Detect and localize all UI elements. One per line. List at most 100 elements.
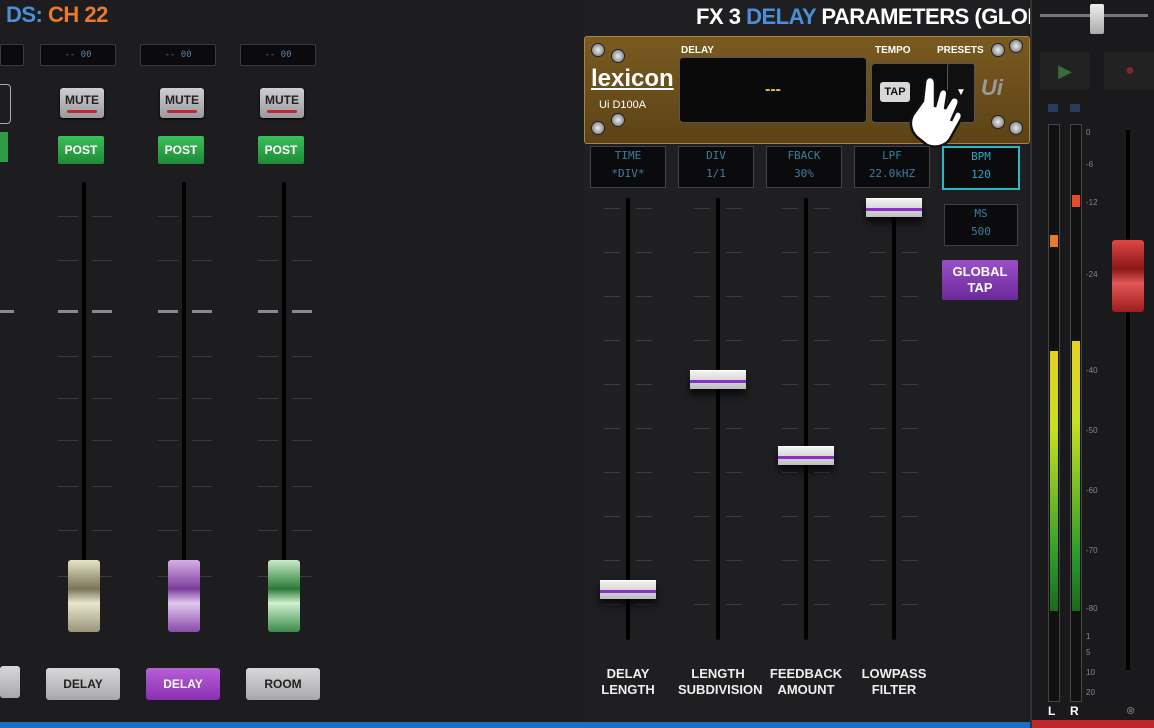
fader-tick (158, 440, 178, 441)
fx-fader-knob[interactable] (600, 580, 656, 599)
fx-fader-tick (814, 516, 830, 517)
fx-fader-label-line2: LENGTH (601, 682, 655, 697)
fx-fader-tick (902, 384, 918, 385)
fx-fader-tick (902, 340, 918, 341)
param-display-lpf[interactable]: LPF 22.0kHZ (854, 146, 930, 188)
param-name: TIME (614, 149, 642, 162)
fx-fader-tick (726, 472, 742, 473)
param-display-fback[interactable]: FBACK 30% (766, 146, 842, 188)
global-tap-button[interactable]: GLOBAL TAP (942, 260, 1018, 300)
fx-fader-tick (814, 604, 830, 605)
fx-fader-tick (604, 560, 620, 561)
play-button[interactable]: ▶ (1040, 52, 1090, 90)
unit-model: Ui D100A (599, 99, 647, 111)
master-red-strip (1032, 720, 1154, 728)
fx-fader-tick (604, 296, 620, 297)
meter-left-level (1050, 351, 1058, 611)
bpm-value: 120 (971, 168, 991, 181)
fx-fader-tick (870, 604, 886, 605)
fx-fader-tick (814, 208, 830, 209)
fx-fader-tick (726, 296, 742, 297)
fx-fader-tick (870, 252, 886, 253)
channel-display: -- 00 (240, 44, 316, 66)
fader-tick (158, 398, 178, 399)
fx-fader-tick (814, 340, 830, 341)
post-button[interactable]: POST (258, 136, 304, 164)
fx-fader-track (626, 198, 630, 640)
param-display-div[interactable]: DIV 1/1 (678, 146, 754, 188)
fader-knob[interactable] (168, 560, 200, 632)
meter-right-peak (1072, 195, 1080, 207)
pan-knob[interactable] (1090, 4, 1104, 34)
meter-left-label: L (1048, 704, 1056, 718)
fader-tick (292, 530, 312, 531)
post-button[interactable]: POST (158, 136, 204, 164)
db-scale-label: 20 (1086, 688, 1095, 697)
fx-fader-tick (636, 516, 652, 517)
ms-value: 500 (971, 225, 991, 238)
fx-fader-tick (726, 604, 742, 605)
record-button[interactable]: ● (1104, 52, 1154, 90)
master-fader-track (1126, 130, 1130, 670)
fx-fader-knob[interactable] (778, 446, 834, 466)
fx-fader-tick (726, 428, 742, 429)
fx-fader-tick (694, 560, 710, 561)
fader-tick (92, 260, 112, 261)
title-channel: CH 22 (48, 2, 108, 27)
hand-pointer-icon (909, 75, 963, 148)
fx-fader-tick (782, 384, 798, 385)
screw-icon (1009, 121, 1023, 135)
send-button-delay[interactable]: DELAY (146, 668, 220, 700)
lexicon-delay-unit: lexicon Ui D100A DELAY --- TEMPO TAP PRE… (584, 36, 1030, 148)
fx-fader-track (892, 198, 896, 640)
master-fader-knob[interactable] (1112, 240, 1144, 312)
meter-right-level (1072, 341, 1080, 611)
fx-fader-tick (814, 252, 830, 253)
screw-icon (991, 43, 1005, 57)
fx-fader-tick (782, 296, 798, 297)
mute-button[interactable]: MUTE (60, 88, 104, 118)
record-icon: ● (1125, 62, 1135, 79)
partial-button[interactable] (0, 84, 11, 124)
fx-fader-knob[interactable] (866, 198, 922, 217)
fx-fader-label-line1: DELAY (606, 666, 650, 681)
fx-fader-tick (694, 516, 710, 517)
post-button[interactable]: POST (58, 136, 104, 164)
settings-icon[interactable]: ⊗ (1126, 704, 1135, 717)
fader-tick (292, 398, 312, 399)
fader-tick (158, 486, 178, 487)
fx-fader-tick (782, 560, 798, 561)
db-scale-label: -40 (1086, 366, 1098, 375)
fx-fader-tick (814, 560, 830, 561)
fx-fader-tick (726, 340, 742, 341)
fader-tick (192, 310, 212, 313)
screw-icon (611, 49, 625, 63)
meter-left-peak (1050, 235, 1058, 247)
db-scale-label: 1 (1086, 632, 1091, 641)
ui-badge: Ui (981, 75, 1003, 100)
lexicon-logo: lexicon (591, 65, 674, 92)
fader-tick (92, 530, 112, 531)
bpm-display[interactable]: BPM 120 (942, 146, 1020, 190)
send-button-delay[interactable]: DELAY (46, 668, 120, 700)
fader-tick (292, 440, 312, 441)
send-button-room[interactable]: ROOM (246, 668, 320, 700)
partial-send-button[interactable] (0, 666, 20, 698)
fader-knob[interactable] (68, 560, 100, 632)
fx-fader-knob[interactable] (690, 369, 746, 389)
fader-knob[interactable] (268, 560, 300, 632)
fx-title-prefix: FX 3 (696, 4, 741, 29)
play-icon: ▶ (1058, 61, 1072, 81)
fx-fader-tick (636, 296, 652, 297)
param-display-time[interactable]: TIME *DIV* (590, 146, 666, 188)
clip-indicator-right (1070, 104, 1080, 112)
mute-button[interactable]: MUTE (160, 88, 204, 118)
screw-icon (991, 115, 1005, 129)
clip-indicator-left (1048, 104, 1058, 112)
partial-post-button[interactable] (0, 132, 8, 162)
channel-display: -- 00 (40, 44, 116, 66)
fx-fader-tick (782, 604, 798, 605)
ms-display[interactable]: MS 500 (944, 204, 1018, 246)
delay-label: DELAY (681, 45, 714, 56)
mute-button[interactable]: MUTE (260, 88, 304, 118)
